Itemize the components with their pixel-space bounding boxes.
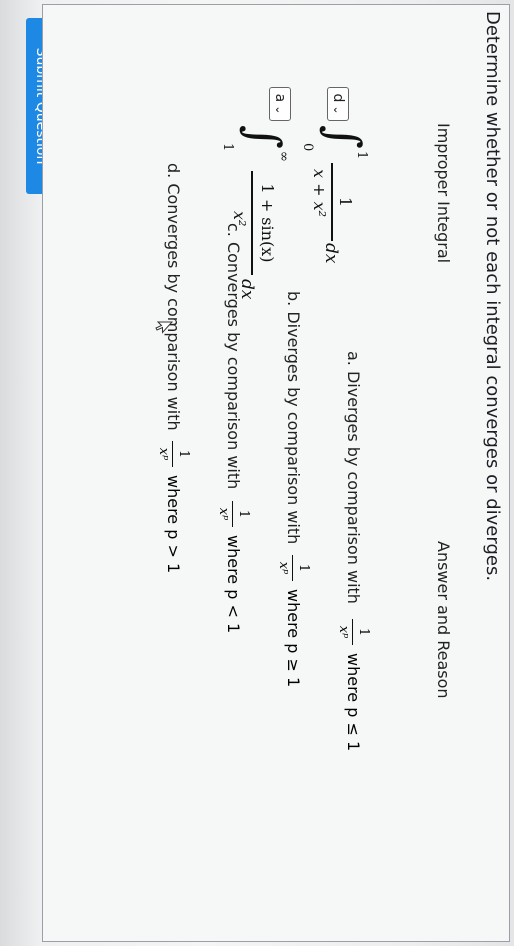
chevron-down-icon: ⌄ <box>273 105 287 115</box>
numerator: 1 <box>176 449 191 459</box>
integral-1: ∫ 1 0 1 x + x² dx <box>297 125 377 275</box>
option-text: c. Converges by comparison with <box>224 223 243 490</box>
option-condition: where p < 1 <box>224 535 243 634</box>
answer-option-c: c. Converges by comparison with 1 xᵖ whe… <box>209 223 253 783</box>
fraction-bar <box>331 163 333 241</box>
option-text: d. Converges by comparison with <box>164 163 183 431</box>
denominator: x + x² <box>310 169 329 218</box>
integral-sign-icon: ∫ <box>317 125 371 149</box>
option-condition: where p ≤ 1 <box>344 653 363 752</box>
numerator: 1 + sin(x) <box>258 183 277 263</box>
differential: dx <box>321 243 341 264</box>
screen: Submit Question × Determine whether or n… <box>0 0 514 946</box>
numerator: 1 <box>336 196 355 208</box>
fraction-bar <box>171 441 173 467</box>
numerator: 1 <box>236 509 251 519</box>
fraction-bar <box>351 619 353 645</box>
denominator: xᵖ <box>216 507 231 521</box>
chevron-down-icon: ⌄ <box>331 105 345 115</box>
column-header-integral: Improper Integral <box>434 123 453 264</box>
option-text: a. Diverges by comparison with <box>344 351 363 604</box>
integral-sign-icon: ∫ <box>237 125 291 149</box>
answer-select-row1[interactable]: d ⌄ <box>327 87 349 121</box>
comparison-fraction: 1 xᵖ <box>331 619 371 645</box>
lower-limit: 0 <box>300 143 315 152</box>
answer-select-row2[interactable]: a ⌄ <box>269 87 291 121</box>
fraction-bar <box>291 555 293 581</box>
denominator: xᵖ <box>336 625 351 639</box>
mouse-pointer-icon <box>155 321 173 334</box>
question-prompt: Determine whether or not each integral c… <box>482 11 503 582</box>
fraction-bar <box>231 501 233 527</box>
comparison-fraction: 1 xᵖ <box>211 501 251 527</box>
answer-option-d: d. Converges by comparison with 1 xᵖ whe… <box>149 163 193 723</box>
select-value: d <box>330 93 346 103</box>
numerator: 1 <box>296 563 311 573</box>
column-header-answer: Answer and Reason <box>434 541 453 699</box>
lower-limit: 1 <box>220 143 235 152</box>
denominator: xᵖ <box>156 447 171 461</box>
option-condition: where p ≥ 1 <box>284 589 303 688</box>
denominator: xᵖ <box>276 561 291 575</box>
option-condition: where p > 1 <box>164 475 183 574</box>
fraction: 1 x + x² <box>303 163 355 241</box>
option-text: b. Diverges by comparison with <box>284 291 303 545</box>
select-value: a <box>272 93 288 103</box>
answer-option-a: a. Diverges by comparison with 1 xᵖ wher… <box>329 351 373 911</box>
upper-limit: ∞ <box>276 151 291 162</box>
comparison-fraction: 1 xᵖ <box>271 555 311 581</box>
numerator: 1 <box>356 627 371 637</box>
answer-option-b: b. Diverges by comparison with 1 xᵖ wher… <box>269 291 313 851</box>
rotated-content: Determine whether or not each integral c… <box>0 0 514 946</box>
question-panel: Determine whether or not each integral c… <box>42 4 510 942</box>
comparison-fraction: 1 xᵖ <box>151 441 191 467</box>
upper-limit: 1 <box>354 151 369 160</box>
